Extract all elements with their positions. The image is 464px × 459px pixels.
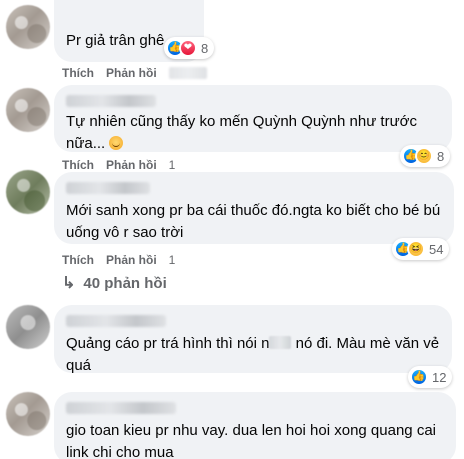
comment-actions: Thích Phản hồi 1 bbox=[62, 252, 175, 268]
timestamp[interactable]: 1 bbox=[169, 253, 176, 267]
view-replies-link[interactable]: ↳ 40 phản hồi bbox=[62, 273, 167, 293]
redacted-word bbox=[269, 336, 292, 349]
author-name-blurred[interactable] bbox=[66, 315, 166, 327]
reaction-count: 54 bbox=[429, 241, 444, 257]
comment-bubble: Tự nhiên cũng thấy ko mến Quỳnh Quỳnh nh… bbox=[54, 85, 452, 152]
avatar[interactable] bbox=[6, 305, 50, 349]
comment-text: Tự nhiên cũng thấy ko mến Quỳnh Quỳnh nh… bbox=[66, 113, 417, 152]
timestamp[interactable]: 1 bbox=[169, 158, 176, 172]
comment-actions: Thích Phản hồi 1 bbox=[62, 157, 175, 173]
reply-button[interactable]: Phản hồi bbox=[106, 158, 157, 172]
reaction-summary[interactable]: 👍 12 bbox=[408, 366, 453, 388]
comment-text: Quảng cáo pr trá hình thì nói n nó đi. M… bbox=[66, 335, 440, 374]
timestamp-blurred bbox=[168, 67, 207, 79]
like-button[interactable]: Thích bbox=[62, 253, 94, 267]
reaction-count: 12 bbox=[432, 369, 447, 385]
haha-icon: 😆 bbox=[407, 240, 425, 258]
reaction-summary[interactable]: 👍 😆 54 bbox=[392, 238, 450, 260]
avatar[interactable] bbox=[6, 88, 50, 132]
avatar[interactable] bbox=[6, 5, 50, 49]
like-button[interactable]: Thích bbox=[62, 66, 94, 80]
reaction-count: 8 bbox=[201, 40, 209, 56]
author-name-blurred[interactable] bbox=[66, 402, 176, 414]
comment-text: Mới sanh xong pr ba cái thuốc đó.ngta ko… bbox=[66, 202, 441, 241]
replies-count-label[interactable]: 40 phản hồi bbox=[83, 275, 166, 292]
like-icon: 👍 bbox=[410, 368, 428, 386]
comment-text: gio toan kieu pr nhu vay. dua len hoi ho… bbox=[66, 422, 436, 459]
avatar[interactable] bbox=[6, 392, 50, 436]
like-button[interactable]: Thích bbox=[62, 158, 94, 172]
reaction-summary[interactable]: 👍 ❤ 8 bbox=[164, 37, 215, 59]
comment-actions: Thích Phản hồi bbox=[62, 65, 207, 81]
reply-button[interactable]: Phản hồi bbox=[106, 253, 157, 267]
comment-bubble: Quảng cáo pr trá hình thì nói n nó đi. M… bbox=[54, 305, 452, 374]
heart-icon: ❤ bbox=[179, 39, 197, 57]
author-name-blurred[interactable] bbox=[66, 95, 156, 107]
comment-bubble: gio toan kieu pr nhu vay. dua len hoi ho… bbox=[54, 392, 456, 459]
reaction-count: 8 bbox=[437, 148, 445, 164]
sweat-smile-emoji bbox=[109, 136, 124, 150]
comment-bubble: Mới sanh xong pr ba cái thuốc đó.ngta ko… bbox=[54, 172, 454, 244]
reaction-summary[interactable]: 👍 😊 8 bbox=[400, 145, 451, 167]
reply-arrow-icon: ↳ bbox=[62, 275, 76, 292]
avatar[interactable] bbox=[6, 170, 50, 214]
author-name-blurred[interactable] bbox=[66, 182, 150, 194]
reply-button[interactable]: Phản hồi bbox=[106, 66, 157, 80]
care-icon: 😊 bbox=[415, 147, 433, 165]
